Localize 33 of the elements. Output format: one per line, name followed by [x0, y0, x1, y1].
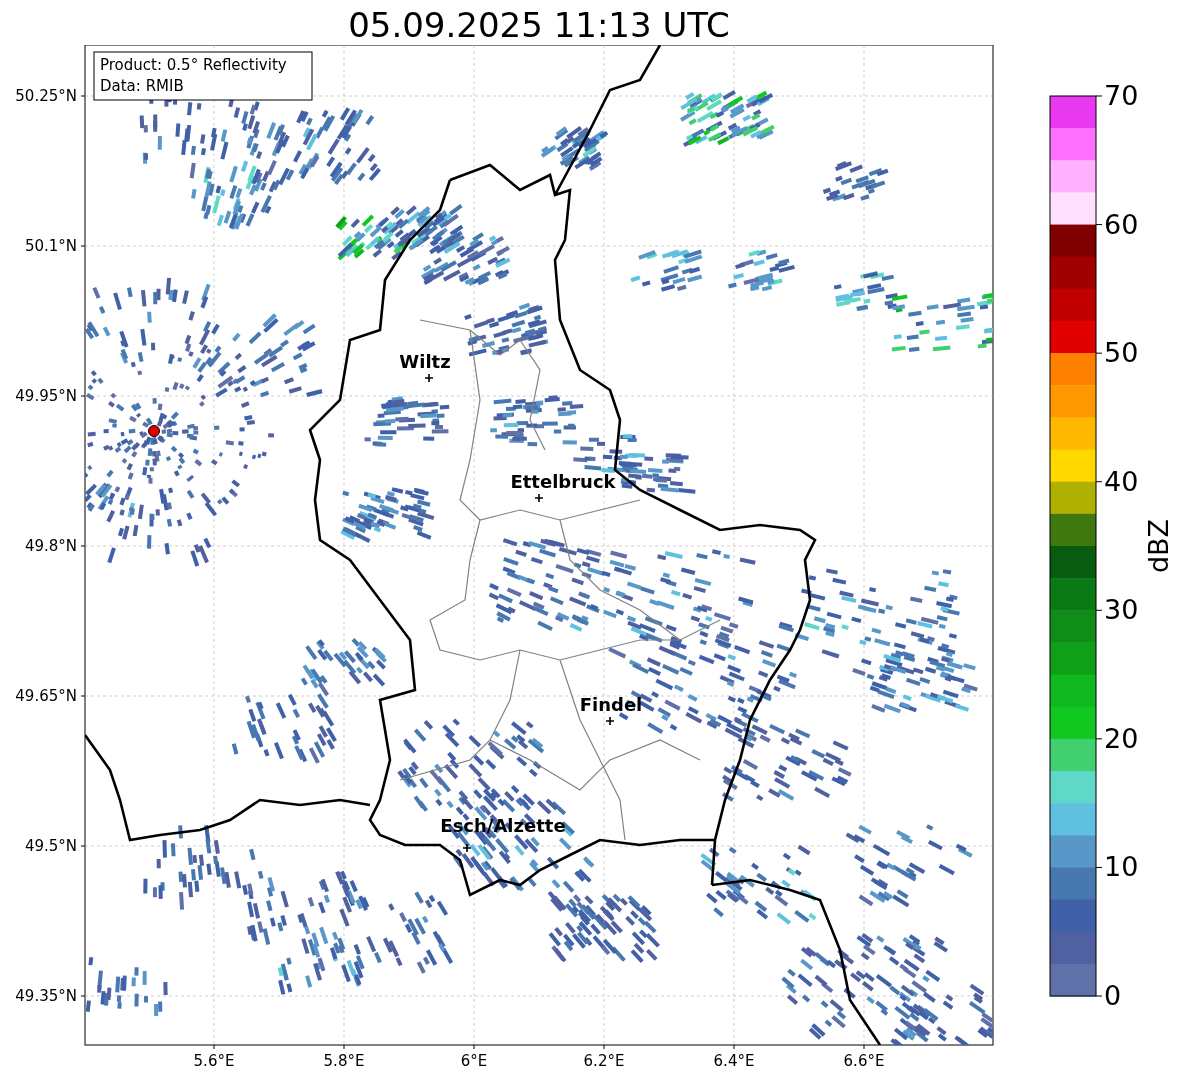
city-label: Ettelbruck	[510, 471, 616, 492]
colorbar-tick-label: 40	[1104, 465, 1139, 497]
colorbar-label: dBZ	[1143, 518, 1174, 574]
info-text: Product: 0.5° Reflectivity	[100, 56, 287, 74]
city-marker-icon	[462, 843, 472, 853]
longitude-label: 6.4°E	[713, 1052, 755, 1070]
longitude-label: 5.8°E	[323, 1052, 365, 1070]
city-marker-icon	[605, 716, 615, 726]
colorbar-tick-label: 70	[1104, 80, 1139, 111]
latitude-label: 50.25°N	[15, 87, 77, 105]
city-marker-icon	[534, 493, 544, 503]
colorbar-tick-label: 20	[1104, 722, 1139, 754]
colorbar-tick-label: 30	[1104, 594, 1139, 626]
latitude-label: 49.8°N	[24, 537, 77, 555]
latitude-label: 49.35°N	[15, 987, 77, 1005]
longitude-label: 6°E	[460, 1052, 488, 1070]
colorbar-tick-label: 60	[1104, 208, 1139, 240]
longitude-label: 6.2°E	[583, 1052, 625, 1070]
radar-site-icon	[148, 425, 160, 437]
colorbar-tick-label: 10	[1104, 851, 1139, 883]
latitude-label: 49.95°N	[15, 387, 77, 405]
colorbar-tick-label: 0	[1104, 980, 1122, 1011]
colorbar-tick-label: 50	[1104, 337, 1139, 369]
city-label: Findel	[579, 694, 643, 715]
latitude-label: 50.1°N	[24, 237, 77, 255]
longitude-label: 6.6°E	[843, 1052, 885, 1070]
city-marker-icon	[424, 373, 434, 383]
info-text: Data: RMIB	[100, 77, 184, 95]
chart-title: 05.09.2025 11:13 UTC	[347, 4, 731, 45]
latitude-label: 49.5°N	[24, 837, 77, 855]
city-label: Wiltz	[399, 351, 451, 372]
longitude-label: 5.6°E	[193, 1052, 235, 1070]
latitude-label: 49.65°N	[15, 687, 77, 705]
